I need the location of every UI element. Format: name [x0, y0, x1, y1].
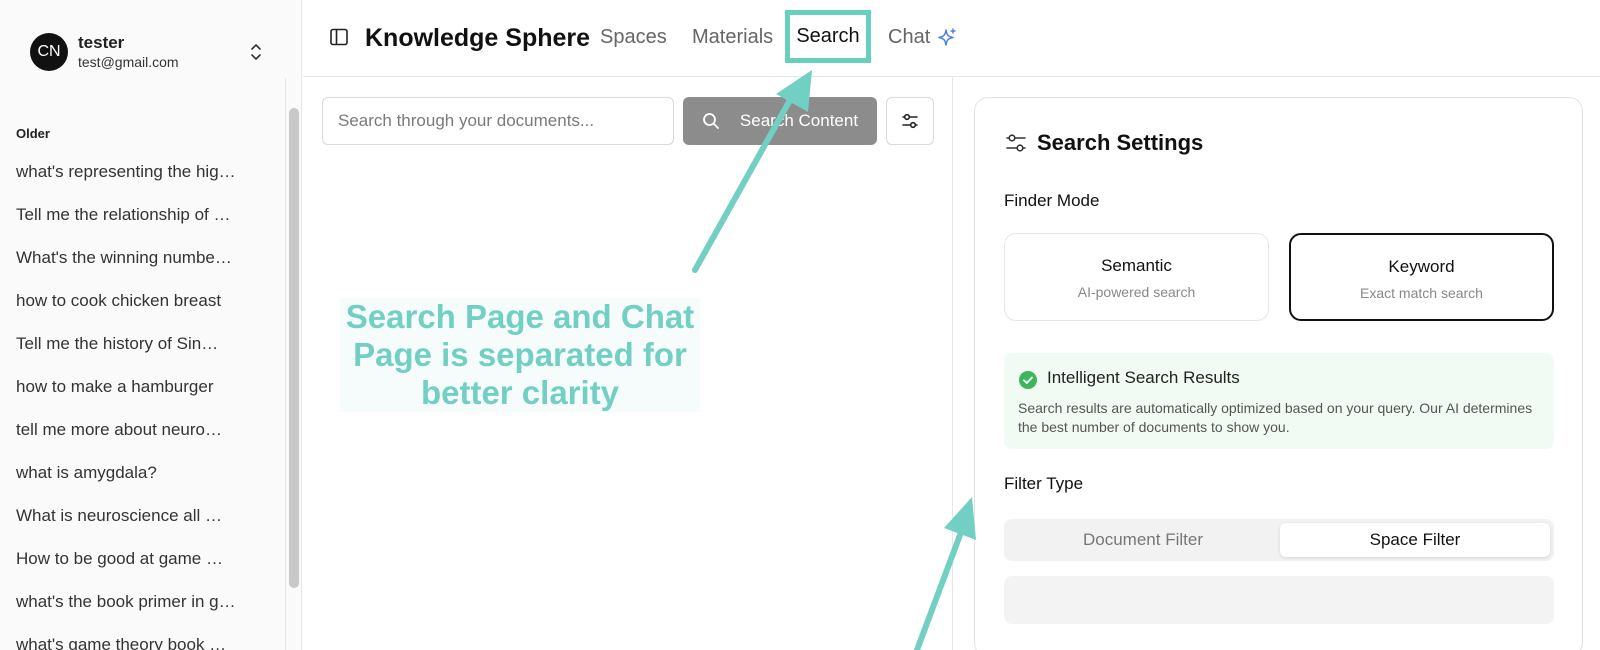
user-name: tester — [78, 33, 125, 52]
sidebar: CN tester test@gmail.com Older what's re… — [0, 0, 302, 650]
avatar: CN — [30, 33, 68, 71]
user-switcher[interactable]: CN tester test@gmail.com — [30, 33, 280, 73]
check-circle-icon — [1019, 371, 1037, 389]
info-text: Search results are automatically optimiz… — [1018, 400, 1533, 435]
history-item[interactable]: how to cook chicken breast — [16, 279, 240, 322]
settings-title: Search Settings — [1037, 130, 1204, 155]
filter-type-label: Filter Type — [1004, 474, 1084, 493]
history-item[interactable]: How to be good at game … — [16, 537, 240, 580]
nav-materials[interactable]: Materials — [692, 26, 773, 49]
sidebar-scrollbar[interactable] — [289, 108, 299, 588]
history-item[interactable]: tell me more about neuro… — [16, 408, 240, 451]
history-item[interactable]: Tell me the relationship of … — [16, 193, 240, 236]
sliders-icon — [1006, 134, 1026, 152]
user-email: test@gmail.com — [78, 54, 179, 70]
history-item[interactable]: how to make a hamburger — [16, 365, 240, 408]
document-filter-tab[interactable]: Document Filter — [1008, 523, 1278, 557]
mode-subtitle: Exact match search — [1360, 285, 1483, 301]
mode-keyword-card[interactable]: Keyword Exact match search — [1289, 233, 1554, 321]
space-filter-tab[interactable]: Space Filter — [1280, 523, 1550, 557]
mode-title: Semantic — [1101, 256, 1172, 275]
search-settings-panel: Search Settings Finder Mode Semantic AI-… — [974, 97, 1583, 650]
mode-title: Keyword — [1388, 257, 1455, 276]
sparkle-icon — [938, 28, 956, 46]
history-item[interactable]: what's representing the hig… — [16, 150, 240, 193]
intelligent-results-info: Intelligent Search Results Search result… — [1004, 353, 1554, 449]
chat-history-list: what's representing the hig… Tell me the… — [16, 150, 240, 650]
top-header: Knowledge Sphere Spaces Materials Search… — [303, 0, 1600, 77]
history-item[interactable]: what's game theory book … — [16, 623, 240, 650]
search-input[interactable] — [322, 97, 674, 145]
sliders-icon — [902, 113, 918, 129]
sidebar-toggle-icon[interactable] — [330, 28, 348, 46]
mode-semantic-card[interactable]: Semantic AI-powered search — [1004, 233, 1269, 321]
space-select-field[interactable] — [1004, 576, 1554, 624]
app-title: Knowledge Sphere — [365, 24, 591, 52]
info-title: Intelligent Search Results — [1047, 368, 1240, 387]
chevron-up-down-icon[interactable] — [248, 42, 264, 62]
nav-search[interactable]: Search — [785, 10, 871, 63]
annotation-text: Search Page and Chat Page is separated f… — [340, 298, 700, 412]
search-button-label: Search Content — [739, 111, 859, 130]
history-section-title: Older — [16, 126, 50, 141]
nav-chat[interactable]: Chat — [888, 26, 930, 49]
finder-mode-label: Finder Mode — [1004, 191, 1100, 210]
sidebar-divider — [285, 78, 286, 650]
filter-type-segmented-control: Document Filter Space Filter — [1004, 519, 1554, 561]
settings-toggle-button[interactable] — [886, 97, 934, 145]
mode-subtitle: AI-powered search — [1077, 284, 1196, 300]
nav-spaces[interactable]: Spaces — [600, 26, 667, 49]
search-content-button[interactable]: Search Content — [683, 97, 877, 145]
search-icon — [703, 113, 719, 129]
history-item[interactable]: What is neuroscience all … — [16, 494, 240, 537]
history-item[interactable]: what is amygdala? — [16, 451, 240, 494]
history-item[interactable]: Tell me the history of Sin… — [16, 322, 240, 365]
history-item[interactable]: What's the winning numbe… — [16, 236, 240, 279]
history-item[interactable]: what's the book primer in g… — [16, 580, 240, 623]
